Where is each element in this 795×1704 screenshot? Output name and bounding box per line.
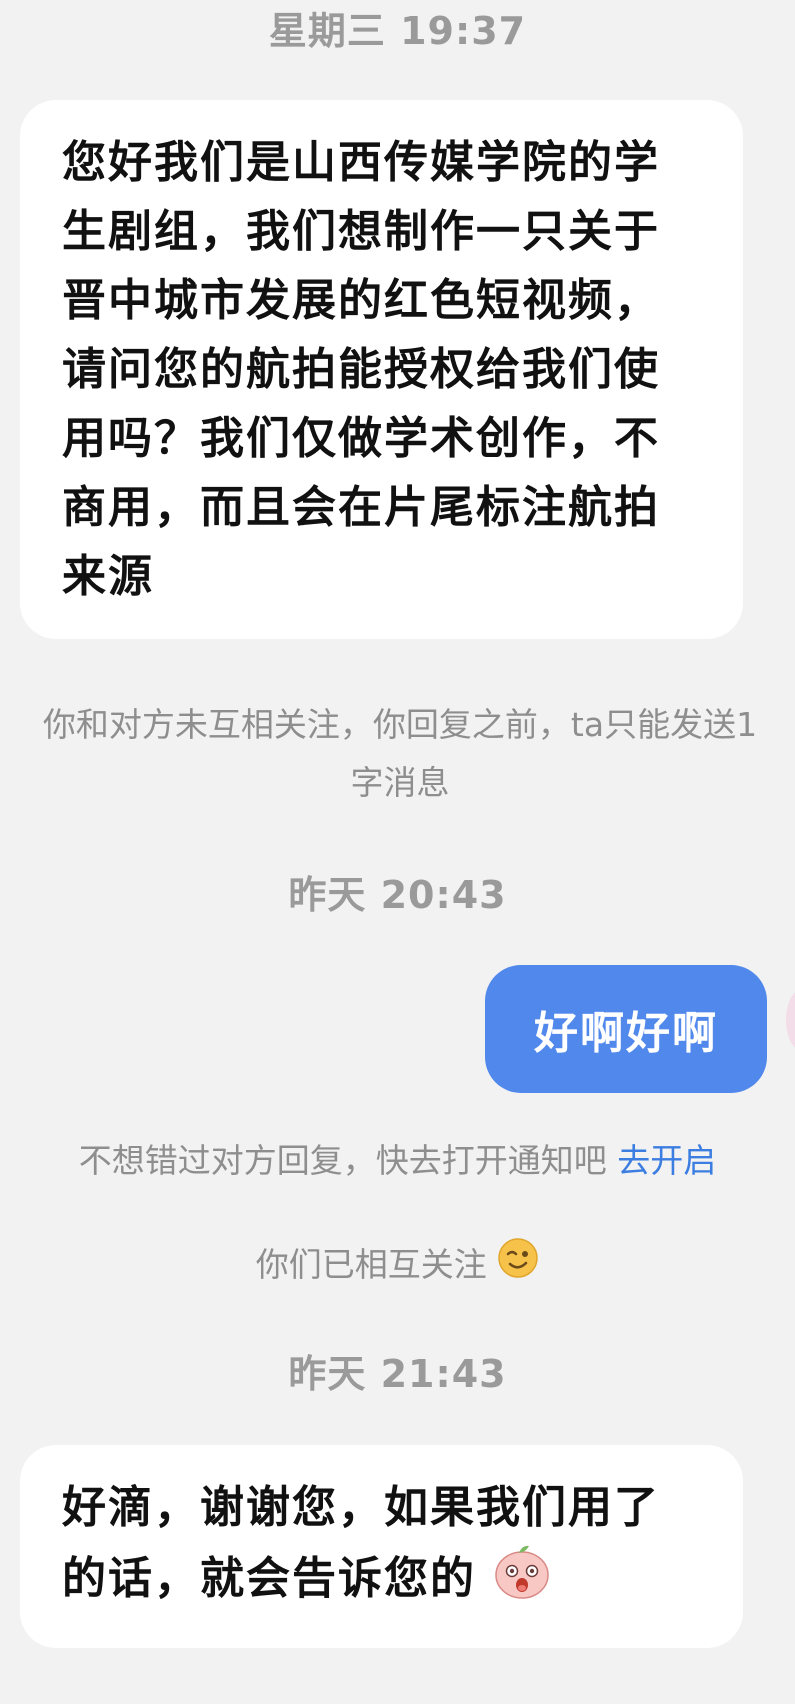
system-notice-not-mutual: 你和对方未互相关注，你回复之前，ta只能发送1 字消息 — [0, 696, 795, 812]
mutual-follow-notice: 你们已相互关注 — [0, 1236, 795, 1297]
wink-emoji-icon — [497, 1237, 539, 1297]
incoming-message-bubble[interactable]: 好滴，谢谢您，如果我们用了的话，就会告诉您的 — [20, 1445, 743, 1648]
peach-face-sticker-icon — [493, 1542, 551, 1620]
outgoing-message-bubble[interactable]: 好啊好啊 — [485, 965, 767, 1093]
notice-line-2: 字消息 — [350, 763, 450, 802]
avatar[interactable] — [786, 990, 795, 1050]
timestamp: 昨天 21:43 — [288, 1352, 507, 1396]
notice-line-1: 你和对方未互相关注，你回复之前，ta只能发送1 — [42, 705, 758, 744]
incoming-message-bubble[interactable]: 您好我们是山西传媒学院的学生剧组，我们想制作一只关于晋中城市发展的红色短视频，请… — [20, 100, 743, 639]
message-text: 好滴，谢谢您，如果我们用了的话，就会告诉您的 — [62, 1482, 660, 1604]
notification-prompt-text: 不想错过对方回复，快去打开通知吧 — [78, 1141, 607, 1180]
enable-notification-link[interactable]: 去开启 — [617, 1141, 716, 1180]
message-text: 好啊好啊 — [534, 1008, 718, 1059]
timestamp: 昨天 20:43 — [288, 873, 507, 917]
mutual-follow-text: 你们已相互关注 — [255, 1245, 487, 1284]
timestamp: 星期三 19:37 — [268, 9, 527, 53]
notification-prompt: 不想错过对方回复，快去打开通知吧 去开启 — [0, 1132, 795, 1190]
message-text: 您好我们是山西传媒学院的学生剧组，我们想制作一只关于晋中城市发展的红色短视频，请… — [62, 137, 660, 602]
